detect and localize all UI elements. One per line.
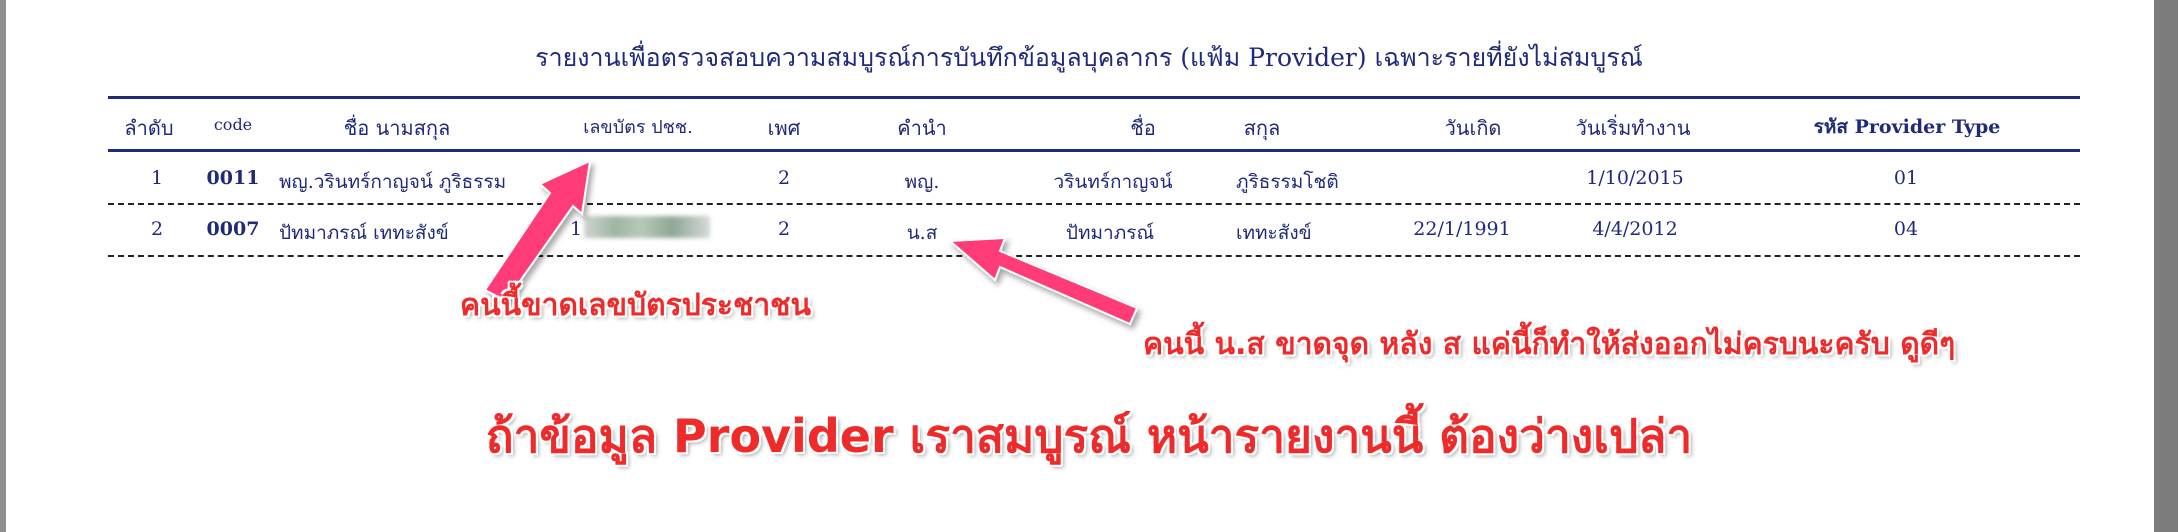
annotation-missing-id: คนนี้ขาดเลขบัตรประชาชน xyxy=(460,288,812,323)
arrow-to-prefix xyxy=(947,236,1139,326)
arrow-to-missing-id xyxy=(483,159,592,303)
annotation-missing-dot: คนนี้ น.ส ขาดจุด หลัง ส แค่นี้ก็ทำให้ส่ง… xyxy=(1143,327,1956,362)
annotation-conclusion: ถ้าข้อมูล Provider เราสมบูรณ์ หน้ารายงาน… xyxy=(485,409,1693,463)
